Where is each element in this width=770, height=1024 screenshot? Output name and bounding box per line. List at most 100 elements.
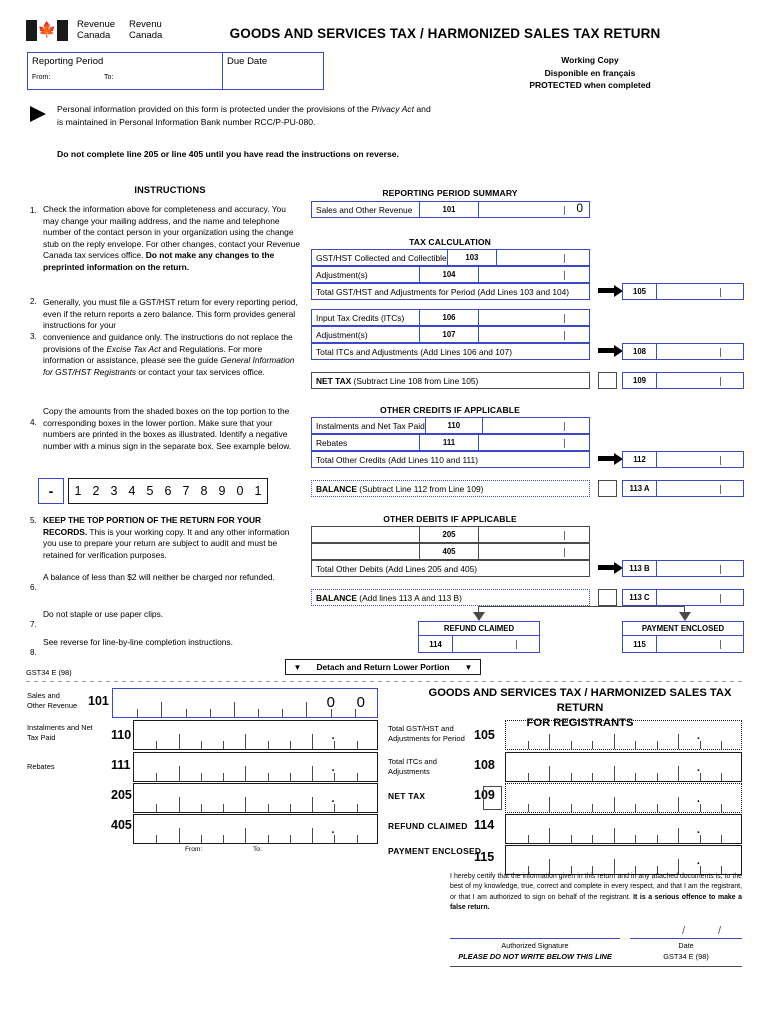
result-box-108[interactable]: 108 bbox=[622, 343, 744, 360]
amount-field-103[interactable] bbox=[496, 250, 589, 265]
lower-sign-box-109[interactable] bbox=[483, 786, 502, 810]
amount-field-205[interactable] bbox=[478, 527, 589, 542]
row-label: Total GST/HST and Adjustments for Period… bbox=[316, 286, 570, 297]
entry-comb-105[interactable]: . bbox=[505, 720, 742, 750]
row-label: Input Tax Credits (ITCs) bbox=[316, 312, 405, 323]
result-box-113c[interactable]: 113 C bbox=[622, 589, 744, 606]
comb-tick bbox=[549, 828, 551, 843]
entry-comb-101[interactable]: 0 0 bbox=[112, 688, 378, 718]
row-label: BALANCE (Subtract Line 112 from Line 109… bbox=[316, 483, 484, 494]
amount-field-113a[interactable] bbox=[656, 481, 743, 496]
do-not-write-notice: PLEASE DO NOT WRITE BELOW THIS LINE bbox=[458, 952, 612, 961]
example-digit: 6 bbox=[164, 484, 172, 498]
comb-tick bbox=[334, 835, 336, 843]
amount-field-114[interactable] bbox=[452, 636, 539, 652]
result-box-113a[interactable]: 113 A bbox=[622, 480, 744, 497]
instruction-num-7: 7. bbox=[30, 620, 37, 629]
row-sales-and-other-revenue[interactable]: Sales and Other Revenue 101 0 bbox=[311, 201, 590, 218]
entry-comb-405[interactable]: . bbox=[133, 814, 378, 844]
refund-value-row[interactable]: 114 bbox=[418, 636, 540, 653]
comb-tick bbox=[312, 828, 314, 843]
row-total-other-credits: Total Other Credits (Add Lines 110 and 1… bbox=[311, 451, 590, 468]
amount-field-111[interactable] bbox=[478, 435, 589, 450]
instruction-num-3: 3. bbox=[30, 332, 37, 341]
amount-field-113c[interactable] bbox=[656, 590, 743, 605]
line-number: 114 bbox=[429, 639, 442, 649]
row-input-tax-credits[interactable]: Input Tax Credits (ITCs) 106 bbox=[311, 309, 590, 326]
comb-tick bbox=[245, 828, 247, 843]
row-adjustments-107[interactable]: Adjustment(s) 107 bbox=[311, 326, 590, 343]
amount-field-405[interactable] bbox=[478, 544, 589, 559]
line-number: 113 C bbox=[629, 593, 650, 602]
entry-comb-110[interactable]: . bbox=[133, 720, 378, 750]
sign-box-113c[interactable] bbox=[598, 589, 617, 606]
entry-comb-111[interactable]: . bbox=[133, 752, 378, 782]
triangle-down-icon: ▼ bbox=[293, 662, 302, 672]
signature-line[interactable] bbox=[450, 938, 620, 939]
result-box-112[interactable]: 112 bbox=[622, 451, 744, 468]
amount-field-104[interactable] bbox=[478, 267, 589, 282]
amount-field-112[interactable] bbox=[656, 452, 743, 467]
row-debit-205[interactable]: 205 bbox=[311, 526, 590, 543]
instruction-num-2: 2. bbox=[30, 297, 37, 306]
amount-field-109[interactable] bbox=[656, 373, 743, 388]
entry-comb-108[interactable]: . bbox=[505, 752, 742, 782]
payment-value-row[interactable]: 115 bbox=[622, 636, 744, 653]
result-box-109[interactable]: 109 bbox=[622, 372, 744, 389]
row-gst-collected[interactable]: GST/HST Collected and Collectible 103 bbox=[311, 249, 590, 266]
amount-field-110[interactable] bbox=[481, 418, 589, 433]
payment-enclosed-box[interactable]: PAYMENT ENCLOSED 115 bbox=[622, 621, 744, 653]
result-box-113b[interactable]: 113 B bbox=[622, 560, 744, 577]
entry-comb-109[interactable]: . bbox=[505, 783, 742, 813]
entry-comb-205[interactable]: . bbox=[133, 783, 378, 813]
comb-tick bbox=[289, 741, 291, 749]
comb-tick bbox=[200, 804, 202, 812]
result-box-105[interactable]: 105 bbox=[622, 283, 744, 300]
amount-field-106[interactable] bbox=[478, 310, 589, 325]
refund-claimed-box[interactable]: REFUND CLAIMED 114 bbox=[418, 621, 540, 653]
date-line[interactable] bbox=[630, 938, 742, 939]
lower-from-label: From: bbox=[185, 846, 203, 853]
comb-tick bbox=[156, 741, 158, 749]
comb-tick bbox=[200, 741, 202, 749]
comb-tick bbox=[156, 835, 158, 843]
entry-comb-114[interactable]: . bbox=[505, 814, 742, 844]
example-digit: 0 bbox=[236, 484, 244, 498]
entry-comb-115[interactable]: . bbox=[505, 845, 742, 875]
row-debit-405[interactable]: 405 bbox=[311, 543, 590, 560]
lower-label-108: Total ITCs and Adjustments bbox=[388, 757, 437, 776]
row-net-tax: NET TAX (Subtract Line 108 from Line 105… bbox=[311, 372, 590, 389]
amount-field-115[interactable] bbox=[656, 636, 743, 652]
row-adjustments-104[interactable]: Adjustment(s) 104 bbox=[311, 266, 590, 283]
row-label: Total Other Debits (Add Lines 205 and 40… bbox=[316, 563, 478, 574]
amount-field-101[interactable]: 0 bbox=[478, 201, 589, 217]
row-rebates[interactable]: Rebates 111 bbox=[311, 434, 590, 451]
amount-field-107[interactable] bbox=[478, 327, 589, 342]
sign-box-109[interactable] bbox=[598, 372, 617, 389]
row-label: GST/HST Collected and Collectible bbox=[316, 252, 447, 263]
row-instalments[interactable]: Instalments and Net Tax Paid 110 bbox=[311, 417, 590, 434]
page-title: GOODS AND SERVICES TAX / HARMONIZED SALE… bbox=[229, 26, 661, 41]
comb-tick bbox=[156, 804, 158, 812]
instruction-text-3: convenience and guidance only. The instr… bbox=[43, 332, 295, 377]
flow-arrow-icon bbox=[598, 561, 623, 574]
amount-field-108[interactable] bbox=[656, 344, 743, 359]
comb-tick bbox=[678, 766, 680, 781]
sign-box-113a[interactable] bbox=[598, 480, 617, 497]
row-line-number: 106 bbox=[419, 310, 478, 325]
amount-field-113b[interactable] bbox=[656, 561, 743, 576]
lower-line-405: 405 bbox=[111, 818, 132, 832]
instruction-text-4: Copy the amounts from the shaded boxes o… bbox=[43, 406, 292, 451]
comb-tick bbox=[178, 734, 180, 749]
decimal-point-marker: . bbox=[696, 762, 700, 774]
example-digit: 8 bbox=[200, 484, 208, 498]
example-digit: 3 bbox=[110, 484, 118, 498]
privacy-arrow-icon bbox=[30, 106, 46, 122]
amount-field-105[interactable] bbox=[656, 284, 743, 299]
comb-tick bbox=[656, 835, 658, 843]
comb-tick bbox=[721, 773, 723, 781]
reporting-period-label: Reporting Period bbox=[32, 56, 104, 67]
lower-label-111: Rebates bbox=[27, 762, 55, 771]
row-line-number: 111 bbox=[419, 435, 478, 450]
comb-tick bbox=[267, 804, 269, 812]
